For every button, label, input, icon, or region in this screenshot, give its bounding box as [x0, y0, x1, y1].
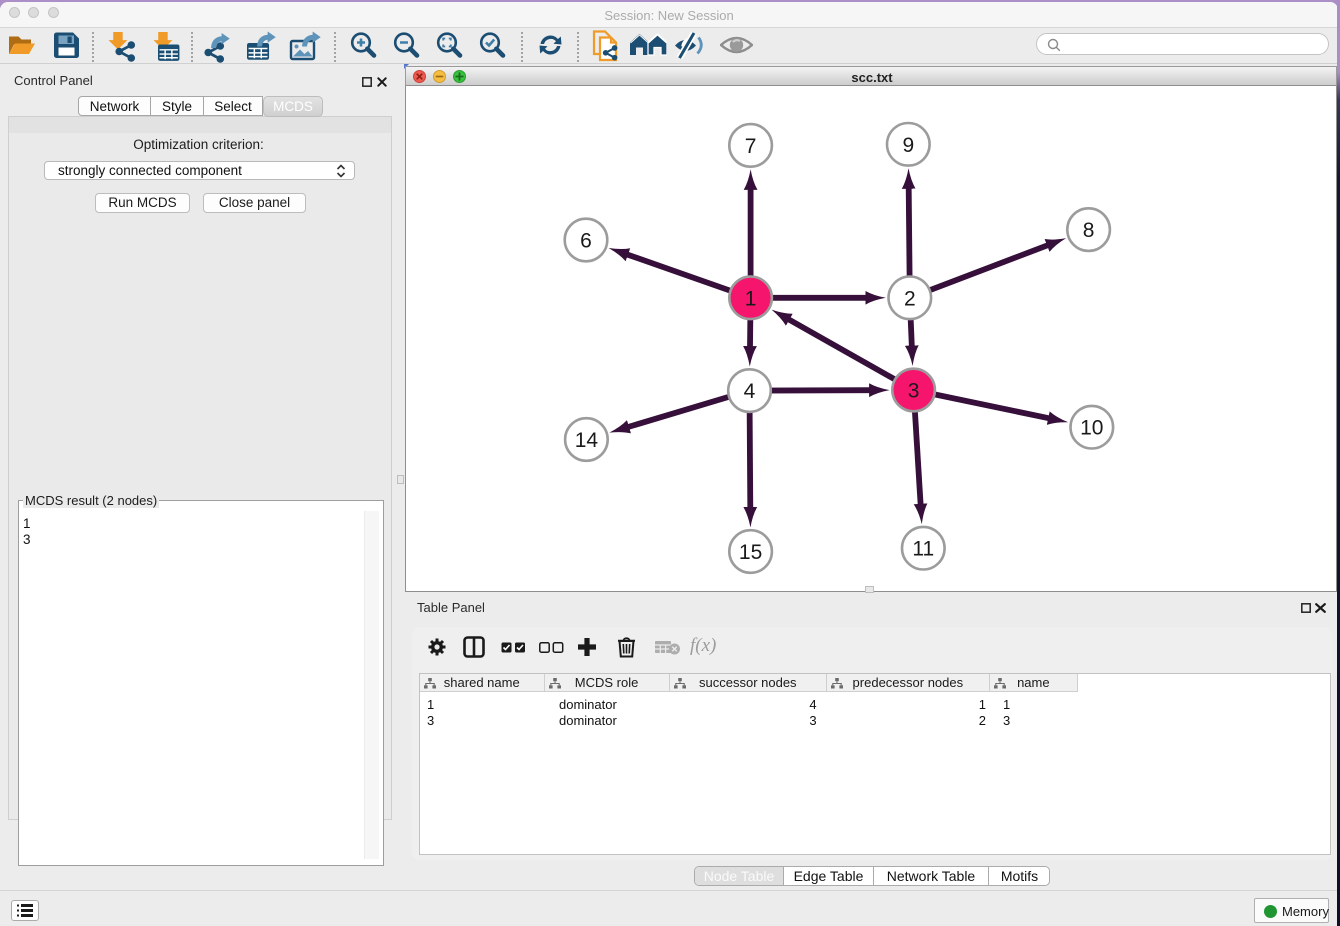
- svg-text:9: 9: [902, 134, 914, 157]
- svg-text:4: 4: [744, 380, 756, 403]
- svg-text:7: 7: [745, 135, 757, 158]
- svg-text:14: 14: [575, 429, 599, 452]
- svg-text:6: 6: [580, 230, 592, 253]
- svg-text:15: 15: [739, 541, 762, 564]
- svg-text:1: 1: [745, 287, 757, 310]
- svg-text:8: 8: [1083, 219, 1095, 242]
- svg-text:11: 11: [912, 538, 934, 561]
- svg-text:3: 3: [908, 380, 920, 403]
- svg-text:2: 2: [904, 287, 916, 310]
- svg-text:10: 10: [1080, 417, 1103, 440]
